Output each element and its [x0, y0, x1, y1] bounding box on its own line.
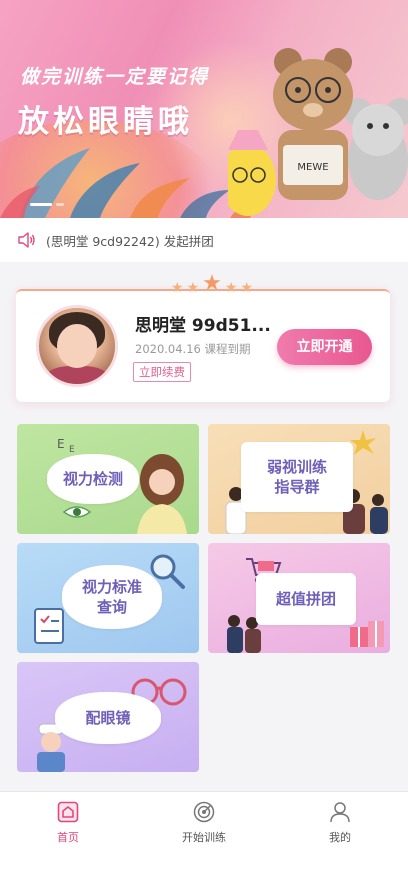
star-icon: ★ [202, 271, 222, 296]
bottom-tab-bar: 首页 开始训练 我的 [0, 791, 408, 883]
banner-subtitle: 做完训练一定要记得 [20, 66, 210, 88]
hero-banner[interactable]: 做完训练一定要记得 放松眼睛哦 MEWE [0, 0, 408, 218]
tile-label-bubble: 超值拼团 [256, 573, 356, 625]
svg-text:E: E [69, 445, 75, 454]
home-icon [57, 801, 79, 823]
pagination-dot-active [30, 203, 52, 206]
group-buy-notice-bar[interactable]: (思明堂 9cd92242) 发起拼团 [0, 218, 408, 262]
tile-label-line: 弱视训练 [266, 457, 327, 476]
girl-illustration [137, 454, 187, 534]
tab-home[interactable]: 首页 [18, 800, 118, 845]
tile-label-line: 视力标准 [81, 577, 142, 596]
star-icon: ★ [224, 280, 238, 296]
target-icon [193, 801, 215, 823]
tile-label: 超值拼团 [275, 589, 336, 608]
stars-decoration: ★ ★ ★ ★ ★ [171, 271, 253, 296]
eye-chart-icon: E E [57, 437, 75, 454]
tile-label-line: 查询 [96, 598, 127, 616]
tile-label-bubble: 弱视训练 指导群 [241, 442, 353, 512]
banner-pagination [30, 203, 64, 206]
course-expiry-date: 2020.04.16 课程到期 [135, 342, 251, 356]
activate-button[interactable]: 立即开通 [277, 329, 372, 365]
eye-icon [62, 506, 92, 518]
tile-label-bubble: 视力标准 查询 [62, 565, 162, 629]
tile-label-bubble: 视力检测 [47, 454, 139, 504]
notice-text: (思明堂 9cd92242) 发起拼团 [46, 233, 214, 249]
membership-card: ★ ★ ★ ★ ★ 思明堂 99d51... 2020.04.16 课程到期 立… [16, 273, 390, 402]
svg-text:MEWE: MEWE [297, 162, 328, 173]
speaker-icon [18, 232, 35, 248]
tile-get-glasses[interactable]: 配眼镜 [17, 662, 199, 772]
banner-title: 放松眼睛哦 [18, 104, 193, 140]
tile-label-bubble: 配眼镜 [55, 692, 161, 744]
clipboard-icon [34, 608, 64, 644]
tab-start-training[interactable]: 开始训练 [154, 800, 254, 845]
tab-profile[interactable]: 我的 [290, 800, 390, 845]
user-icon [330, 802, 350, 823]
tile-amblyopia-guidance-group[interactable]: 弱视训练 指导群 [208, 424, 390, 534]
star-icon: ★ [171, 280, 184, 296]
star-icon: ★ [186, 280, 200, 296]
svg-text:E: E [57, 437, 65, 451]
tile-group-buy-deal[interactable]: 超值拼团 [208, 543, 390, 653]
tab-label-profile: 我的 [329, 831, 351, 844]
avatar[interactable] [36, 305, 118, 387]
bear-mascots-illustration: MEWE [228, 48, 408, 216]
tile-label-line: 指导群 [274, 478, 320, 496]
star-icon: ★ [240, 280, 253, 296]
pagination-dot [56, 203, 64, 206]
tile-vision-test[interactable]: E E 视力检测 [17, 424, 199, 534]
member-name: 思明堂 99d51... [135, 316, 271, 336]
tile-vision-standard-lookup[interactable]: 视力标准 查询 [17, 543, 199, 653]
renew-button[interactable]: 立即续费 [133, 362, 191, 382]
tab-label-training: 开始训练 [182, 831, 226, 844]
tile-label: 视力检测 [62, 469, 123, 488]
tab-label-home: 首页 [57, 831, 79, 844]
tile-label: 配眼镜 [85, 708, 131, 727]
